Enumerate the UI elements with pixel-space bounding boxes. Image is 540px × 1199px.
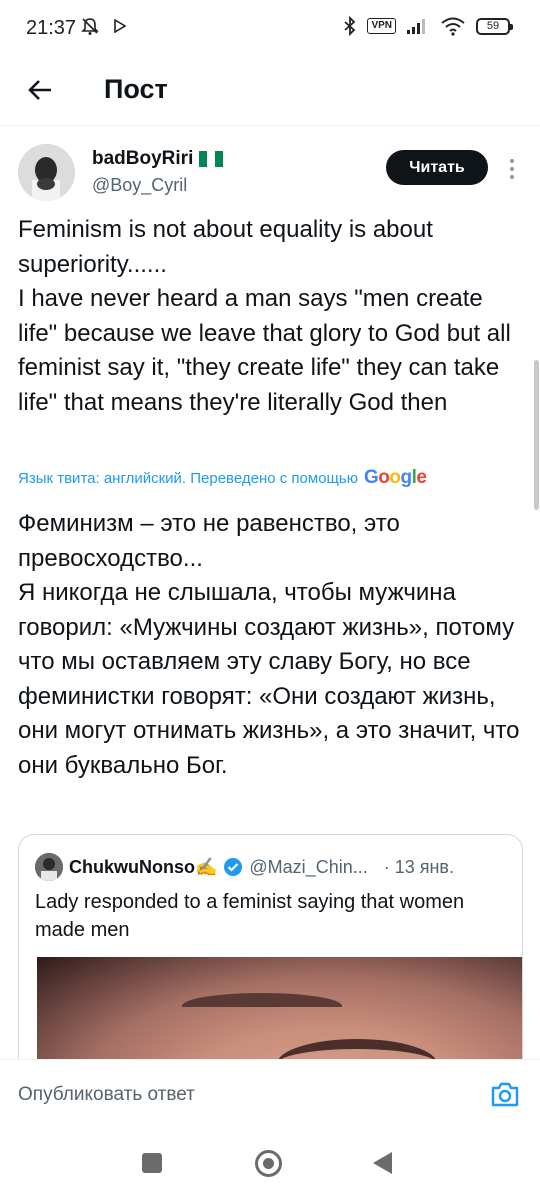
translated-tweet-text: Феминизм – это не равенство, это превосх… xyxy=(18,510,520,779)
verified-badge-icon xyxy=(224,858,243,876)
quote-header: ChukwuNonso✍️ @Mazi_Chin... · 13 янв. xyxy=(35,853,454,881)
arrow-left-icon xyxy=(28,80,51,100)
google-logo: Google xyxy=(363,467,427,488)
nigeria-flag-icon xyxy=(199,151,224,167)
follow-button[interactable]: Читать xyxy=(386,150,488,185)
author-avatar[interactable] xyxy=(18,144,75,201)
status-left-icons xyxy=(80,16,126,36)
author-handle[interactable]: @Boy_Cyril xyxy=(92,175,187,196)
page-title: Пост xyxy=(104,74,168,104)
status-right-icons: VPN 59 xyxy=(343,16,513,36)
more-vertical-icon[interactable] xyxy=(500,155,524,183)
author-name[interactable]: badBoyRiri xyxy=(92,148,193,170)
battery-indicator: 59 xyxy=(476,17,513,35)
translation-note-label: Язык твита: английский. Переведено с пом… xyxy=(18,469,358,487)
translation-note[interactable]: Язык твита: английский. Переведено с пом… xyxy=(18,467,528,489)
vpn-badge: VPN xyxy=(367,18,396,34)
alarm-off-icon xyxy=(81,18,99,35)
play-store-icon xyxy=(114,19,126,33)
quote-author-handle: @Mazi_Chin... xyxy=(249,856,368,877)
status-bar: 21:37 VPN 59 xyxy=(0,0,540,58)
reply-bar: Опубликовать ответ xyxy=(0,1059,540,1125)
page-header: Пост xyxy=(0,58,540,126)
tweet-text: Feminism is not about equality is about … xyxy=(18,216,511,416)
signal-icon xyxy=(407,19,425,34)
quoted-tweet-card[interactable]: ChukwuNonso✍️ @Mazi_Chin... · 13 янв. La… xyxy=(18,834,523,1094)
status-time: 21:37 xyxy=(26,17,77,39)
back-button[interactable] xyxy=(20,70,60,110)
camera-icon xyxy=(491,1082,519,1107)
quote-text: Lady responded to a feminist saying that… xyxy=(35,891,465,941)
camera-button[interactable] xyxy=(490,1080,520,1108)
quote-date: · 13 янв. xyxy=(383,856,454,877)
wifi-icon xyxy=(441,17,465,36)
scrollbar[interactable] xyxy=(534,360,539,510)
bluetooth-icon xyxy=(344,16,356,36)
system-nav-bar xyxy=(0,1125,540,1199)
quote-author-name: ChukwuNonso✍️ xyxy=(69,856,218,877)
recent-apps-button[interactable] xyxy=(142,1153,162,1173)
author-name-row[interactable]: badBoyRiri xyxy=(92,148,224,170)
reply-input[interactable]: Опубликовать ответ xyxy=(18,1084,195,1106)
system-back-button[interactable] xyxy=(373,1152,392,1174)
home-button[interactable] xyxy=(255,1150,282,1177)
quote-avatar xyxy=(35,853,63,881)
